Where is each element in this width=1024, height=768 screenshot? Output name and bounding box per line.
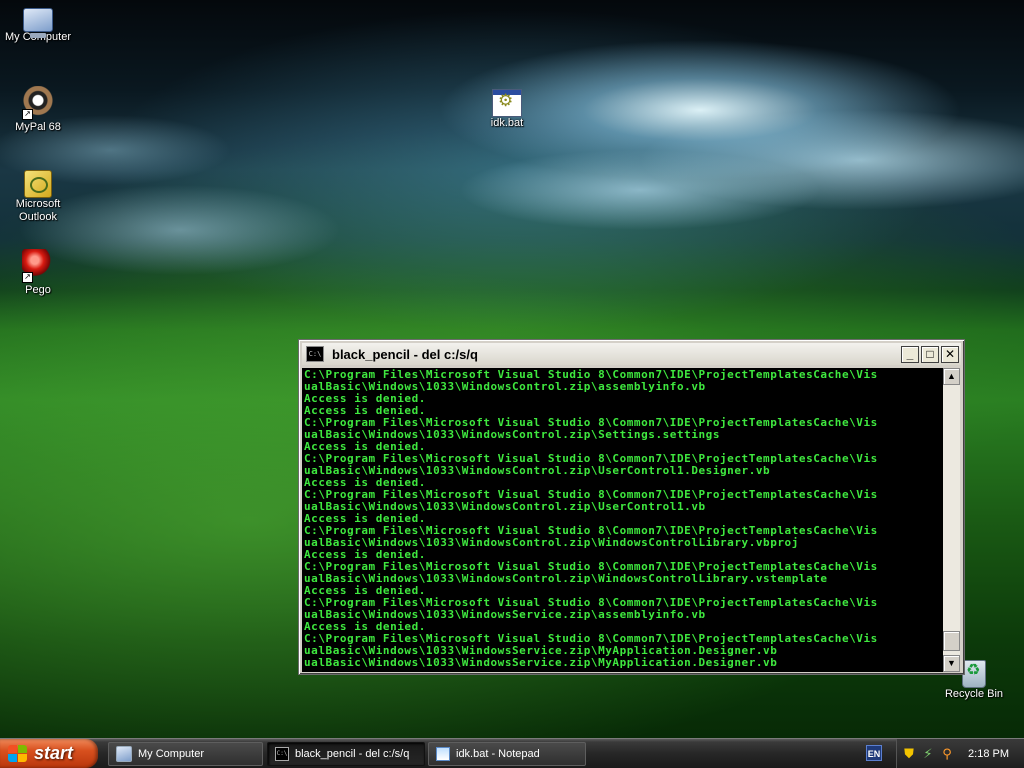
taskbar-button-label: idk.bat - Notepad	[456, 748, 540, 760]
console-titlebar[interactable]: C:\ black_pencil - del c:/s/q _ □ ✕	[302, 343, 961, 365]
console-scrollbar[interactable]: ▲ ▼	[943, 368, 960, 672]
network-icon[interactable]: ⚡	[921, 746, 935, 761]
console-line: ualBasic\Windows\1033\WindowsService.zip…	[304, 656, 778, 669]
desktop-icon-label: MyPal 68	[15, 121, 61, 133]
minimize-button[interactable]: _	[901, 345, 919, 363]
console-window[interactable]: C:\ black_pencil - del c:/s/q _ □ ✕ C:\P…	[298, 339, 965, 675]
recycle-bin-icon	[962, 660, 986, 688]
taskbar-button-label: black_pencil - del c:/s/q	[295, 748, 410, 760]
taskbar-button-my-computer[interactable]: My Computer	[108, 742, 263, 766]
taskbar-button-label: My Computer	[138, 748, 205, 760]
clock[interactable]: 2:18 PM	[968, 748, 1009, 760]
mypal-browser-icon: ↗	[22, 86, 54, 120]
desktop-icon-mypal[interactable]: ↗ MyPal 68	[0, 86, 76, 134]
close-button[interactable]: ✕	[941, 345, 959, 363]
desktop-icon-label: idk.bat	[490, 117, 524, 129]
maximize-button[interactable]: □	[921, 345, 939, 363]
scroll-down-icon[interactable]: ▼	[943, 655, 960, 672]
notepad-icon	[436, 747, 450, 761]
batch-file-icon	[492, 89, 522, 117]
desktop-icon-label: Pego	[25, 284, 51, 296]
desktop-icon-my-computer[interactable]: My Computer	[0, 4, 76, 44]
start-label: start	[34, 743, 74, 763]
desktop-icon-idk-bat[interactable]: idk.bat	[469, 86, 545, 130]
outlook-icon	[24, 170, 52, 198]
language-indicator[interactable]: EN	[866, 745, 882, 761]
desktop: My Computer ↗ MyPal 68 Microsoft Outlook…	[0, 0, 1024, 738]
command-prompt-icon[interactable]: C:\	[306, 346, 324, 362]
start-button[interactable]: start	[0, 739, 98, 768]
taskbar-button-console[interactable]: C:\ black_pencil - del c:/s/q	[267, 742, 425, 766]
taskbar: start My Computer C:\ black_pencil - del…	[0, 738, 1024, 768]
scroll-up-icon[interactable]: ▲	[943, 368, 960, 385]
console-output[interactable]: C:\Program Files\Microsoft Visual Studio…	[302, 368, 943, 672]
console-title: black_pencil - del c:/s/q	[332, 346, 478, 362]
taskbar-button-notepad[interactable]: idk.bat - Notepad	[428, 742, 586, 766]
system-tray: ⛊ ⚡ ⚲ 2:18 PM	[896, 739, 1024, 768]
my-computer-icon	[116, 746, 132, 762]
desktop-icon-outlook[interactable]: Microsoft Outlook	[0, 167, 76, 224]
desktop-icon-label: Recycle Bin	[944, 688, 1004, 700]
command-prompt-icon: C:\	[275, 747, 289, 761]
search-icon[interactable]: ⚲	[940, 746, 954, 761]
pego-red-ball-icon: ↗	[22, 249, 54, 283]
my-computer-icon	[23, 8, 53, 38]
windows-logo-icon	[8, 744, 28, 763]
desktop-icon-label: Microsoft Outlook	[15, 198, 61, 223]
security-shield-icon[interactable]: ⛊	[902, 746, 916, 761]
scroll-thumb[interactable]	[943, 631, 960, 651]
desktop-icon-pego[interactable]: ↗ Pego	[0, 249, 76, 297]
